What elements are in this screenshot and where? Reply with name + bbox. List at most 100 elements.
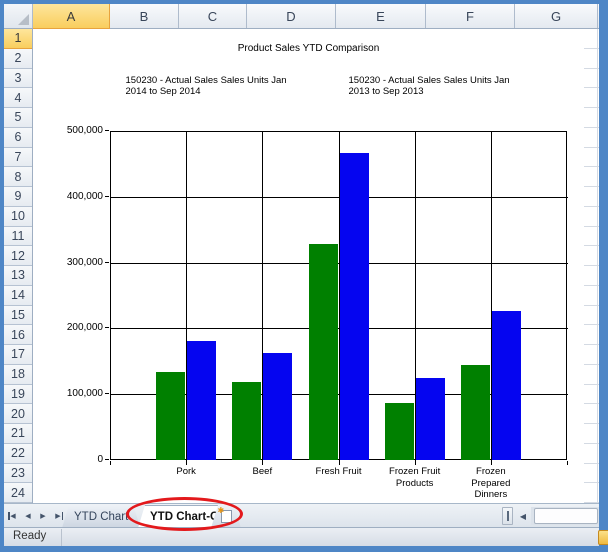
row-header-8[interactable]: 8 [4, 167, 32, 187]
y-axis-tick [105, 195, 109, 197]
x-axis-tick [262, 461, 264, 465]
bar-s2014-c3[interactable] [384, 402, 414, 460]
bar-s2014-c0[interactable] [156, 371, 186, 460]
y-axis-tick [105, 327, 109, 329]
horizontal-scrollbar-thumb[interactable] [534, 508, 598, 524]
worksheet-horizontal-gridline [584, 383, 599, 385]
row-header-2[interactable]: 2 [4, 48, 32, 69]
row-header-20[interactable]: 20 [4, 404, 32, 424]
y-axis-label: 500,000 [66, 125, 103, 136]
select-all-triangle-icon [18, 14, 29, 25]
bar-s2013-c0[interactable] [187, 340, 217, 460]
worksheet-horizontal-gridline [584, 245, 599, 247]
bar-s2013-c1[interactable] [263, 352, 293, 460]
row-header-19[interactable]: 19 [4, 384, 32, 405]
sheet-tab-bar: ◀ ◀ ▶ ▶ YTD Chart YTD Chart-C ✱ ◀ [4, 503, 599, 527]
row-header-23[interactable]: 23 [4, 463, 32, 484]
worksheet-horizontal-gridline [584, 403, 599, 405]
worksheet-horizontal-gridline [584, 265, 599, 266]
column-header-f[interactable]: F [426, 4, 515, 28]
x-axis-category-label: Frozen Fruit Products [389, 466, 441, 489]
last-sheet-button[interactable]: ▶ [52, 508, 64, 524]
bar-s2014-c1[interactable] [232, 382, 262, 460]
y-axis-label: 400,000 [66, 190, 103, 202]
tab-splitter-handle[interactable] [502, 507, 513, 525]
row-header-11[interactable]: 11 [4, 226, 32, 247]
x-axis-category-label: Pork [176, 466, 196, 477]
worksheet-horizontal-gridline [584, 166, 599, 168]
y-axis-tick [105, 459, 109, 460]
sheet-navigation: ◀ ◀ ▶ ▶ [7, 508, 64, 524]
worksheet-horizontal-gridline [584, 284, 599, 286]
row-header-7[interactable]: 7 [4, 147, 32, 168]
worksheet-horizontal-gridline [584, 344, 599, 345]
horizontal-scrollbar-track[interactable] [531, 507, 599, 525]
column-header-g[interactable]: G [515, 4, 598, 28]
column-header-d[interactable]: D [247, 4, 336, 28]
bar-s2013-c2[interactable] [339, 153, 369, 460]
row-header-12[interactable]: 12 [4, 246, 32, 266]
excel-window: ABCDEFG 1 2 3 4 5 6 7 8 9 10 11 12 13 14 15 16 17 18 19 20 2… [0, 0, 608, 552]
tab-ytd-chart[interactable]: YTD Chart [62, 505, 140, 528]
first-sheet-button[interactable]: ◀ [7, 508, 19, 524]
x-axis-category-label: Fresh Fruit [315, 466, 362, 477]
worksheet-vertical-gridline [597, 29, 598, 503]
x-axis-tick [567, 461, 568, 465]
legend-item-2013[interactable]: 150230 - Actual Sales Sales Units Jan 20… [322, 75, 519, 97]
row-header-18[interactable]: 18 [4, 364, 32, 385]
worksheet-horizontal-gridline [584, 126, 599, 128]
chart-title: Product Sales YTD Comparison [237, 43, 380, 54]
x-axis-tick [186, 461, 188, 465]
insert-worksheet-icon: ✱ [221, 510, 232, 523]
bar-s2013-c3[interactable] [415, 378, 445, 460]
x-axis-tick [414, 461, 416, 465]
worksheet-horizontal-gridline [584, 462, 599, 464]
row-header-6[interactable]: 6 [4, 127, 32, 148]
row-header-17[interactable]: 17 [4, 345, 32, 365]
row-header-9[interactable]: 9 [4, 187, 32, 207]
column-header-b[interactable]: B [110, 4, 179, 28]
y-axis-tick [105, 130, 109, 131]
worksheet-horizontal-gridline [584, 87, 599, 89]
row-header-13[interactable]: 13 [4, 266, 32, 286]
bar-s2014-c4[interactable] [460, 365, 490, 460]
y-axis-tick [105, 393, 109, 395]
bar-s2014-c2[interactable] [308, 244, 338, 460]
y-axis-label: 100,000 [66, 388, 103, 400]
bar-s2013-c4[interactable] [491, 311, 521, 460]
row-header-3[interactable]: 3 [4, 68, 32, 89]
worksheet-horizontal-gridline [584, 324, 599, 326]
y-axis-label: 0 [97, 454, 103, 465]
worksheet-horizontal-gridline [584, 146, 599, 148]
column-header-c[interactable]: C [179, 4, 247, 28]
worksheet-gridlines-sliver [584, 29, 599, 503]
previous-sheet-button[interactable]: ◀ [22, 508, 34, 524]
row-header-16[interactable]: 16 [4, 325, 32, 345]
worksheet-horizontal-gridline [584, 205, 599, 207]
y-axis-label: 300,000 [66, 256, 103, 268]
column-header-bar: ABCDEFG [4, 4, 599, 29]
view-shortcut-icon[interactable] [598, 530, 608, 545]
row-header-21[interactable]: 21 [4, 424, 32, 444]
row-header-5[interactable]: 5 [4, 108, 32, 128]
row-header-14[interactable]: 14 [4, 285, 32, 306]
row-header-4[interactable]: 4 [4, 88, 32, 108]
column-header-a[interactable]: A [33, 4, 110, 29]
row-header-22[interactable]: 22 [4, 443, 32, 464]
legend-swatch-green [99, 83, 119, 94]
status-separator [61, 529, 62, 546]
column-header-e[interactable]: E [336, 4, 426, 28]
legend-label-2013: 150230 - Actual Sales Sales Units Jan 20… [348, 75, 510, 97]
row-header-column: 1 2 3 4 5 6 7 8 9 10 11 12 13 14 15 16 17 18 19 20 21 22 23 24 [4, 29, 33, 503]
row-header-1[interactable]: 1 [4, 29, 32, 49]
scroll-left-arrow[interactable]: ◀ [516, 507, 530, 525]
worksheet-horizontal-gridline [584, 482, 599, 484]
row-header-24[interactable]: 24 [4, 483, 32, 503]
next-sheet-button[interactable]: ▶ [37, 508, 49, 524]
select-all-button[interactable] [4, 4, 33, 28]
legend-item-2014[interactable]: 150230 - Actual Sales Sales Units Jan 20… [99, 75, 296, 97]
worksheet-horizontal-gridline [584, 423, 599, 424]
worksheet-horizontal-gridline [584, 442, 599, 444]
row-header-15[interactable]: 15 [4, 305, 32, 326]
row-header-10[interactable]: 10 [4, 206, 32, 227]
